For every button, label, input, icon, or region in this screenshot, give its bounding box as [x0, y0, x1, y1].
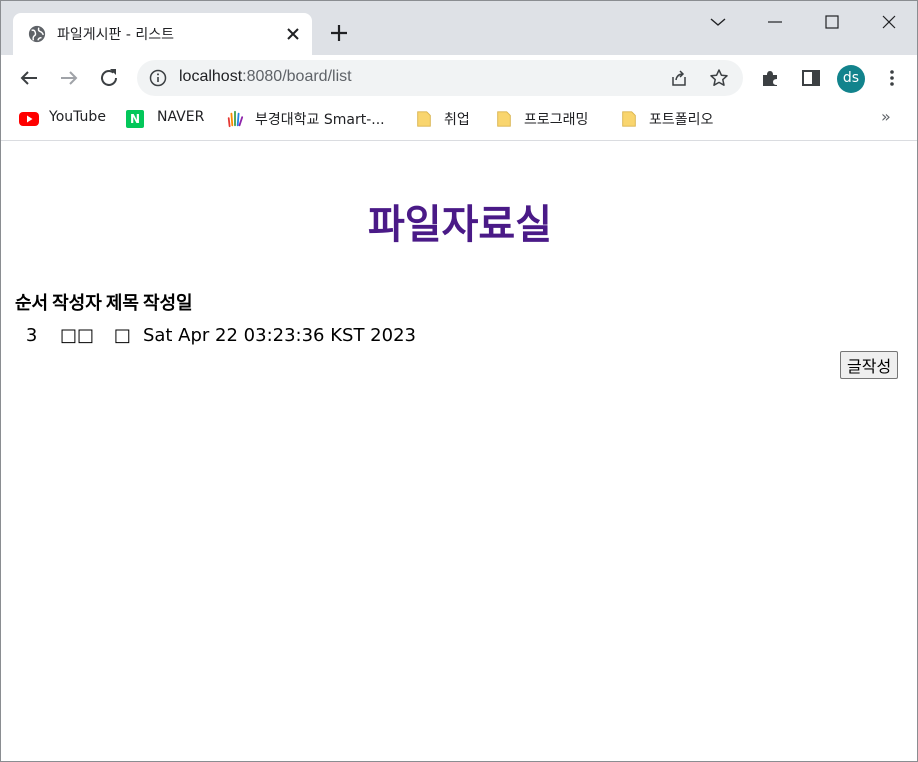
globe-icon: [28, 25, 46, 43]
close-window-icon[interactable]: [878, 11, 900, 33]
bookmark-label: NAVER: [157, 109, 205, 125]
cell-subject[interactable]: □: [104, 317, 141, 354]
table-row[interactable]: 3 □□ □ Sat Apr 22 03:23:36 KST 2023: [13, 317, 418, 354]
folder-icon: [497, 111, 511, 127]
share-icon[interactable]: [669, 68, 689, 88]
bookmark-label: 취업: [444, 112, 470, 128]
browser-toolbar: localhost:8080/board/list ds: [1, 55, 917, 101]
column-header-seq: 순서: [15, 293, 49, 314]
naver-icon: N: [126, 110, 144, 128]
bookmarks-bar: YouTube N NAVER 부경대학교 Smart-... 취업 프로그래밍…: [1, 101, 917, 141]
bookmark-label: 부경대학교 Smart-...: [255, 112, 385, 128]
url-host: localhost: [179, 68, 243, 85]
youtube-icon: [19, 112, 39, 126]
more-bookmarks-button[interactable]: »: [881, 107, 891, 126]
folder-icon: [417, 111, 431, 127]
side-panel-icon[interactable]: [800, 67, 822, 89]
minimize-icon[interactable]: [764, 11, 786, 33]
star-icon[interactable]: [709, 68, 729, 88]
puzzle-icon[interactable]: [759, 67, 781, 89]
cell-writer: □□: [59, 325, 94, 346]
reload-icon[interactable]: [97, 66, 121, 90]
address-bar[interactable]: localhost:8080/board/list: [137, 60, 743, 96]
cell-date: Sat Apr 22 03:23:36 KST 2023: [142, 325, 416, 346]
browser-window: 파일게시판 - 리스트 localhost:8080/board/list ds…: [0, 0, 918, 762]
column-header-date: 작성일: [142, 293, 193, 314]
column-header-subject: 제목: [105, 293, 139, 314]
pknu-hand-icon: [227, 110, 244, 128]
url-path: :8080/board/list: [242, 68, 352, 85]
active-tab[interactable]: 파일게시판 - 리스트: [13, 13, 312, 55]
back-arrow-icon[interactable]: [17, 66, 41, 90]
bookmark-label: 프로그래밍: [524, 112, 589, 128]
chevron-down-icon[interactable]: [707, 11, 729, 33]
table-header-row: 순서 작성자 제목 작성일: [13, 287, 418, 317]
more-vertical-icon[interactable]: [881, 67, 903, 89]
bookmark-label: YouTube: [49, 109, 106, 125]
avatar[interactable]: ds: [837, 65, 865, 93]
forward-arrow-icon[interactable]: [57, 66, 81, 90]
maximize-icon[interactable]: [821, 11, 843, 33]
info-icon[interactable]: [149, 69, 167, 87]
page-title: 파일자료실: [368, 202, 552, 248]
tab-strip: 파일게시판 - 리스트: [1, 1, 917, 55]
column-header-writer: 작성자: [52, 293, 102, 314]
folder-icon: [622, 111, 636, 127]
tab-title: 파일게시판 - 리스트: [57, 27, 174, 43]
board-table: 순서 작성자 제목 작성일 3 □□ □ Sat Apr 22 03:23:36…: [13, 287, 418, 354]
bookmark-label: 포트폴리오: [649, 112, 714, 128]
new-tab-icon[interactable]: [327, 21, 351, 45]
close-tab-icon[interactable]: [283, 24, 303, 44]
write-post-button[interactable]: 글작성: [840, 351, 899, 379]
url-text[interactable]: localhost:8080/board/list: [179, 68, 352, 86]
page-content: 파일자료실 순서 작성자 제목 작성일 3 □□ □ Sat Apr 22 03…: [1, 142, 917, 761]
cell-seq: 3: [25, 325, 38, 346]
